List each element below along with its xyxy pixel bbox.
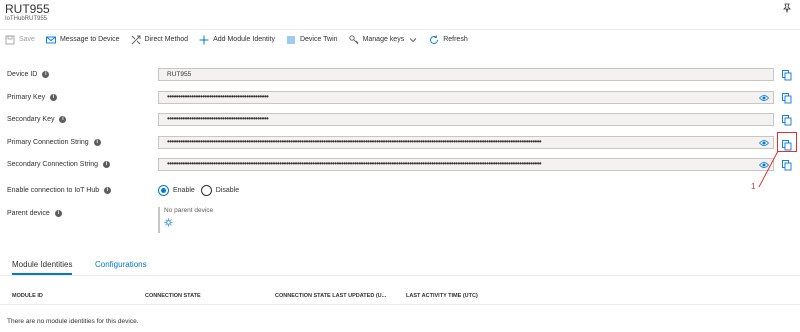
enable-radio[interactable]: Enable <box>158 185 195 196</box>
tab-bar: Module Identities Configurations <box>0 256 800 276</box>
parent-device-label-wrap: Parent device i <box>7 210 62 217</box>
chevron-down-icon <box>409 37 417 42</box>
secondary-connection-string-field[interactable]: ••••••••••••••••••••••••••••••••••••••••… <box>158 158 774 171</box>
refresh-button[interactable]: Refresh <box>429 32 468 48</box>
envelope-icon <box>46 36 56 43</box>
info-icon[interactable]: i <box>54 210 62 217</box>
info-icon[interactable]: i <box>103 161 111 168</box>
gear-icon[interactable] <box>164 218 173 227</box>
tab-configurations[interactable]: Configurations <box>95 260 147 269</box>
primary-key-label: Primary Key <box>7 94 46 101</box>
save-icon <box>5 35 15 44</box>
column-header[interactable]: CONNECTION STATE <box>145 293 201 299</box>
copy-icon[interactable] <box>782 160 792 171</box>
secondary-key-row: Secondary Key i ••••••••••••••••••••••••… <box>0 112 800 128</box>
page-subtitle: IoTHubRUT955 <box>5 16 48 22</box>
copy-icon[interactable] <box>782 115 792 126</box>
pin-icon[interactable] <box>782 3 792 13</box>
device-twin-button[interactable]: Device Twin <box>286 32 338 48</box>
parent-device-value: No parent device <box>164 207 214 214</box>
info-icon[interactable]: i <box>50 94 58 101</box>
info-icon[interactable]: i <box>59 116 67 123</box>
secondary-connection-string-row: Secondary Connection String i ••••••••••… <box>0 157 800 173</box>
copy-icon[interactable] <box>782 70 792 81</box>
secondary-key-label: Secondary Key <box>7 116 55 123</box>
message-to-device-label: Message to Device <box>59 36 120 43</box>
primary-key-field[interactable]: ••••••••••••••••••••••••••••••••••••••••… <box>158 91 774 104</box>
blade-header: RUT955 IoTHubRUT955 <box>0 0 800 28</box>
enable-connection-label: Enable connection to IoT Hub <box>7 187 100 194</box>
device-id-field[interactable]: RUT955 <box>158 68 774 81</box>
enable-radio-label: Enable <box>173 187 195 194</box>
device-id-label-wrap: Device ID i <box>7 71 50 78</box>
secondary-key-value: ••••••••••••••••••••••••••••••••••••••••… <box>167 114 269 123</box>
primary-key-value: ••••••••••••••••••••••••••••••••••••••••… <box>167 92 269 101</box>
module-table-header: MODULE ID CONNECTION STATE CONNECTION ST… <box>0 288 800 305</box>
empty-table-message: There are no module identities for this … <box>7 318 139 325</box>
manage-keys-label: Manage keys <box>362 36 405 43</box>
plus-icon <box>199 35 209 44</box>
refresh-label: Refresh <box>443 36 468 43</box>
primary-key-label-wrap: Primary Key i <box>7 94 58 101</box>
secondary-connection-string-label: Secondary Connection String <box>7 161 99 168</box>
secondary-key-field[interactable]: ••••••••••••••••••••••••••••••••••••••••… <box>158 113 774 126</box>
disable-radio[interactable]: Disable <box>200 185 240 196</box>
radio-selected-icon <box>158 185 169 196</box>
eye-icon[interactable] <box>759 94 769 102</box>
enable-radio-group: Enable Disable <box>158 185 245 196</box>
add-module-identity-label: Add Module Identity <box>213 36 275 43</box>
direct-method-icon <box>131 35 140 44</box>
column-header[interactable]: MODULE ID <box>12 293 43 299</box>
primary-connection-string-value: ••••••••••••••••••••••••••••••••••••••••… <box>167 137 542 146</box>
primary-key-row: Primary Key i ••••••••••••••••••••••••••… <box>0 90 800 106</box>
column-header[interactable]: LAST ACTIVITY TIME (UTC) <box>406 293 478 299</box>
eye-icon[interactable] <box>759 139 769 147</box>
device-id-row: Device ID i RUT955 <box>0 67 800 83</box>
parent-device-label: Parent device <box>7 210 50 217</box>
annotation-highlight-box <box>777 132 797 152</box>
parent-device-row: Parent device i <box>0 206 800 222</box>
command-bar: Save Message to Device Direct Method Add… <box>0 29 800 49</box>
device-twin-label: Device Twin <box>299 36 338 43</box>
secondary-key-label-wrap: Secondary Key i <box>7 116 67 123</box>
primary-connection-string-label-wrap: Primary Connection String i <box>7 139 101 146</box>
tab-module-identities[interactable]: Module Identities <box>12 260 73 275</box>
primary-connection-string-label: Primary Connection String <box>7 139 89 146</box>
save-label: Save <box>19 36 35 43</box>
enable-connection-label-wrap: Enable connection to IoT Hub i <box>7 187 112 194</box>
radio-unselected-icon <box>200 185 212 196</box>
info-icon[interactable]: i <box>104 187 112 194</box>
direct-method-button[interactable]: Direct Method <box>131 32 189 48</box>
enable-connection-row: Enable connection to IoT Hub i Enable Di… <box>0 183 800 199</box>
page-title: RUT955 <box>5 2 50 16</box>
save-button[interactable]: Save <box>5 32 35 48</box>
key-icon <box>348 34 358 44</box>
refresh-icon <box>430 34 439 44</box>
info-icon[interactable]: i <box>93 139 101 146</box>
list-icon <box>286 36 295 43</box>
manage-keys-button[interactable]: Manage keys <box>348 32 419 48</box>
add-module-identity-button[interactable]: Add Module Identity <box>199 32 275 48</box>
secondary-connection-string-label-wrap: Secondary Connection String i <box>7 161 111 168</box>
device-id-label: Device ID <box>7 71 38 78</box>
primary-connection-string-row: Primary Connection String i ••••••••••••… <box>0 135 800 151</box>
direct-method-label: Direct Method <box>144 36 189 43</box>
parent-device-box: No parent device <box>158 207 213 233</box>
copy-icon[interactable] <box>782 93 792 104</box>
secondary-connection-string-value: ••••••••••••••••••••••••••••••••••••••••… <box>167 159 542 168</box>
info-icon[interactable]: i <box>42 71 50 78</box>
column-header[interactable]: CONNECTION STATE LAST UPDATED (U... <box>275 293 386 299</box>
primary-connection-string-field[interactable]: ••••••••••••••••••••••••••••••••••••••••… <box>158 136 774 149</box>
message-to-device-button[interactable]: Message to Device <box>46 32 120 48</box>
disable-radio-label: Disable <box>215 187 240 194</box>
